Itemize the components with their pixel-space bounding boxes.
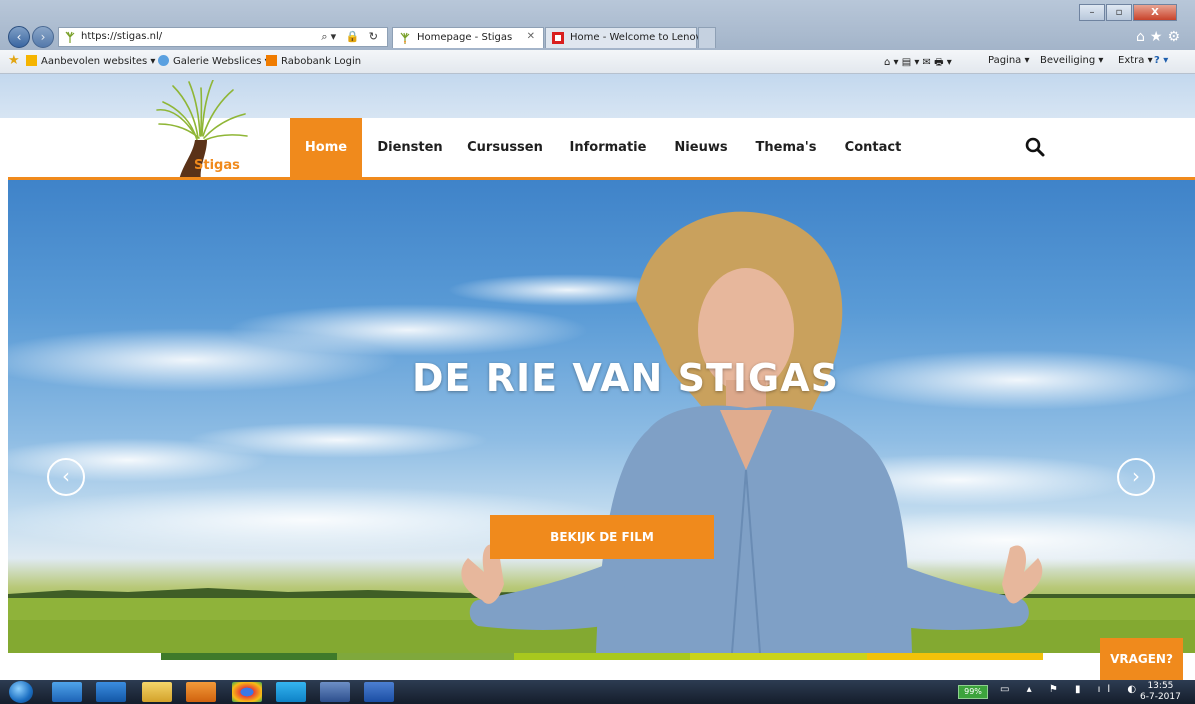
nav-diensten[interactable]: Diensten (374, 118, 446, 177)
address-tools-icon[interactable]: ⌕▾ 🔒 ↻ (321, 30, 381, 44)
url-text: https://stigas.nl/ (81, 31, 163, 42)
color-segment (161, 653, 338, 660)
start-button[interactable] (9, 681, 33, 703)
menu-beveiliging[interactable]: Beveiliging ▾ (1040, 55, 1103, 66)
webpage: Stigas Home Diensten Cursussen Informati… (0, 74, 1195, 680)
favorite-galerie[interactable]: Galerie Webslices ▾ (158, 55, 270, 67)
address-bar[interactable]: https://stigas.nl/ ⌕▾ 🔒 ↻ (58, 27, 388, 47)
close-tab-icon[interactable]: ✕ (527, 31, 535, 42)
vragen-button[interactable]: VRAGEN? (1100, 638, 1183, 680)
help-icon[interactable]: ? ▾ (1154, 55, 1168, 66)
favorites-star-icon[interactable]: ★ (8, 53, 20, 68)
favorites-bar: ★ Aanbevolen websites ▾ Galerie Webslice… (0, 50, 1195, 74)
tab-lenovo[interactable]: Home - Welcome to Lenovo (545, 27, 708, 48)
color-segment (513, 653, 691, 660)
forward-button[interactable]: › (32, 26, 54, 48)
stigas-favicon (400, 32, 410, 44)
nav-cursussen[interactable]: Cursussen (465, 118, 545, 177)
next-slide-icon[interactable]: › (1117, 458, 1155, 496)
skype-icon[interactable] (276, 682, 306, 702)
nav-contact[interactable]: Contact (842, 118, 904, 177)
color-segment (337, 653, 514, 660)
menu-extra[interactable]: Extra ▾ (1118, 55, 1153, 66)
back-button[interactable]: ‹ (8, 26, 30, 48)
prev-slide-icon[interactable]: ‹ (47, 458, 85, 496)
hero-title: DE RIE VAN STIGAS (412, 356, 839, 400)
battery-indicator[interactable]: 99% (958, 685, 988, 699)
clock-time: 13:55 (1147, 681, 1174, 691)
webslice-icon (26, 55, 37, 66)
minimize-button[interactable]: – (1079, 4, 1105, 21)
close-window-button[interactable]: X (1133, 4, 1177, 21)
nav-themas[interactable]: Thema's (754, 118, 818, 177)
outlook-icon[interactable] (96, 682, 126, 702)
lenovo-favicon (552, 32, 564, 44)
watch-film-button[interactable]: BEKIJK DE FILM (490, 515, 714, 559)
browser-titlebar: ‹ › https://stigas.nl/ ⌕▾ 🔒 ↻ Homepage -… (0, 0, 1195, 50)
word-icon[interactable] (364, 682, 394, 702)
window-controls: – ▫ X (1078, 4, 1177, 23)
footer-color-bar (161, 653, 1044, 660)
system-clock[interactable]: 13:55 6-7-2017 (1140, 681, 1181, 703)
tray-icons[interactable]: ▭ ▴ ⚑ ▮ ıl ◐ (1000, 684, 1143, 695)
search-icon[interactable] (1024, 136, 1046, 158)
nav-informatie[interactable]: Informatie (569, 118, 647, 177)
hero-background-image (8, 211, 1195, 653)
nav-nieuws[interactable]: Nieuws (671, 118, 731, 177)
home-favorites-settings-icons[interactable]: ⌂★⚙ (1136, 29, 1185, 45)
new-tab-button[interactable] (698, 27, 716, 48)
rabobank-icon (266, 55, 277, 66)
hero-slider: DE RIE VAN STIGAS BEKIJK DE FILM ‹ › (8, 180, 1195, 653)
tab-stigas[interactable]: Homepage - Stigas ✕ (392, 27, 544, 48)
nav-home[interactable]: Home (290, 118, 362, 177)
media-icon[interactable] (186, 682, 216, 702)
favorite-aanbevolen[interactable]: Aanbevolen websites ▾ (26, 55, 155, 67)
favorite-rabobank[interactable]: Rabobank Login (266, 55, 361, 67)
screen: ‹ › https://stigas.nl/ ⌕▾ 🔒 ↻ Homepage -… (0, 0, 1195, 704)
command-icons[interactable]: ⌂ ▾ ▤ ▾ ✉ 🖶 ▾ (884, 55, 952, 72)
tab-label: Homepage - Stigas (417, 32, 513, 43)
clock-date: 6-7-2017 (1140, 692, 1181, 702)
ie-icon[interactable] (52, 682, 82, 702)
site-favicon (65, 31, 75, 43)
app-icon[interactable] (320, 682, 350, 702)
main-nav: Home Diensten Cursussen Informatie Nieuw… (0, 118, 1195, 177)
menu-pagina[interactable]: Pagina ▾ (988, 55, 1030, 66)
tab-label: Home - Welcome to Lenovo (570, 32, 708, 43)
maximize-button[interactable]: ▫ (1106, 4, 1132, 21)
color-segment (690, 653, 867, 660)
explorer-icon[interactable] (142, 682, 172, 702)
chrome-icon[interactable] (232, 682, 262, 702)
color-segment (866, 653, 1044, 660)
ie-icon (158, 55, 169, 66)
